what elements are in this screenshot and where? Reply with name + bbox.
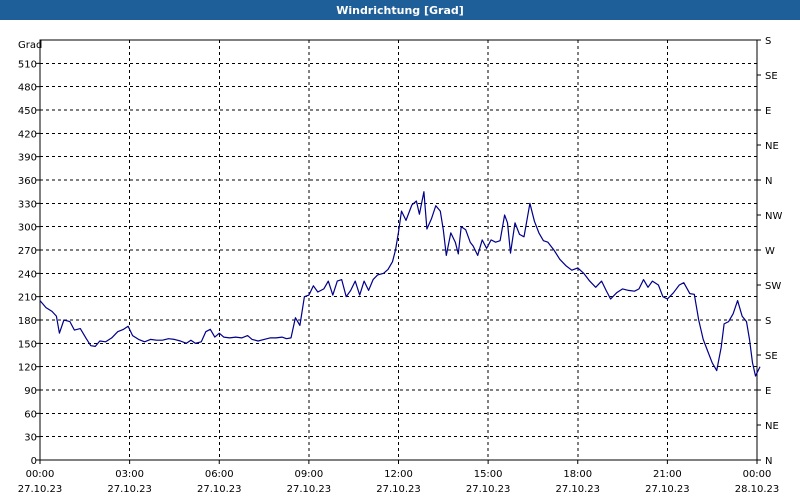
y-tick-label: 360 — [18, 176, 37, 187]
right-axis-label: NW — [765, 211, 782, 222]
x-tick-date-label: 27.10.23 — [376, 484, 421, 495]
right-axis-label: NE — [765, 141, 779, 152]
right-axis-label: N — [765, 456, 772, 467]
series — [39, 191, 761, 377]
right-axis-label: E — [765, 106, 771, 117]
y-tick-label: 300 — [18, 223, 37, 234]
y-tick-label: 450 — [18, 106, 37, 117]
y-tick-label: 90 — [24, 386, 37, 397]
y-axis-label: Grad — [18, 40, 42, 51]
y-tick-label: 120 — [18, 363, 37, 374]
x-tick-time-label: 18:00 — [563, 469, 592, 480]
y-tick-label: 150 — [18, 339, 37, 350]
right-axis-label: N — [765, 176, 772, 187]
right-axis-label: NE — [765, 421, 779, 432]
x-tick-date-label: 28.10.23 — [735, 484, 780, 495]
x-tick-date-label: 27.10.23 — [197, 484, 242, 495]
y-tick-label: 0 — [31, 456, 37, 467]
right-axis-label: SE — [765, 351, 778, 362]
x-tick-time-label: 09:00 — [294, 469, 323, 480]
x-tick-time-label: 21:00 — [653, 469, 682, 480]
grid — [40, 40, 757, 460]
y-tick-label: 240 — [18, 269, 37, 280]
right-axis-label: SE — [765, 71, 778, 82]
x-tick-date-label: 27.10.23 — [645, 484, 690, 495]
x-tick-date-label: 27.10.23 — [107, 484, 152, 495]
x-tick-time-label: 12:00 — [384, 469, 413, 480]
x-tick-date-label: 27.10.23 — [18, 484, 63, 495]
y-tick-label: 390 — [18, 153, 37, 164]
y-tick-label: 180 — [18, 316, 37, 327]
right-axis-label: SW — [765, 281, 781, 292]
series-line — [39, 191, 761, 377]
chart-title: Windrichtung [Grad] — [0, 0, 800, 20]
x-tick-date-label: 27.10.23 — [287, 484, 332, 495]
y-tick-label: 420 — [18, 129, 37, 140]
chart-area: 0 30 60 90 120 150 180 210 240 270 300 330 360 390 420… — [0, 20, 800, 500]
y-tick-label: 510 — [18, 59, 37, 70]
x-tick-time-label: 03:00 — [115, 469, 144, 480]
x-tick-date-label: 27.10.23 — [555, 484, 600, 495]
y-tick-label: 330 — [18, 199, 37, 210]
y-tick-label: 30 — [24, 433, 37, 444]
x-tick-date-label: 27.10.23 — [466, 484, 511, 495]
wind-direction-chart: 0 30 60 90 120 150 180 210 240 270 300 330 360 390 420… — [18, 36, 783, 495]
right-axis-label: E — [765, 386, 771, 397]
right-axis-label: W — [765, 246, 775, 257]
x-tick-time-label: 06:00 — [205, 469, 234, 480]
y-tick-label: 60 — [24, 409, 37, 420]
y-tick-label: 480 — [18, 83, 37, 94]
x-tick-time-label: 15:00 — [474, 469, 503, 480]
y-tick-label: 270 — [18, 246, 37, 257]
y-tick-label: 210 — [18, 293, 37, 304]
right-axis-label: S — [765, 316, 771, 327]
x-tick-time-label: 00:00 — [743, 469, 772, 480]
x-tick-time-label: 00:00 — [26, 469, 55, 480]
right-axis-label: S — [765, 36, 771, 47]
